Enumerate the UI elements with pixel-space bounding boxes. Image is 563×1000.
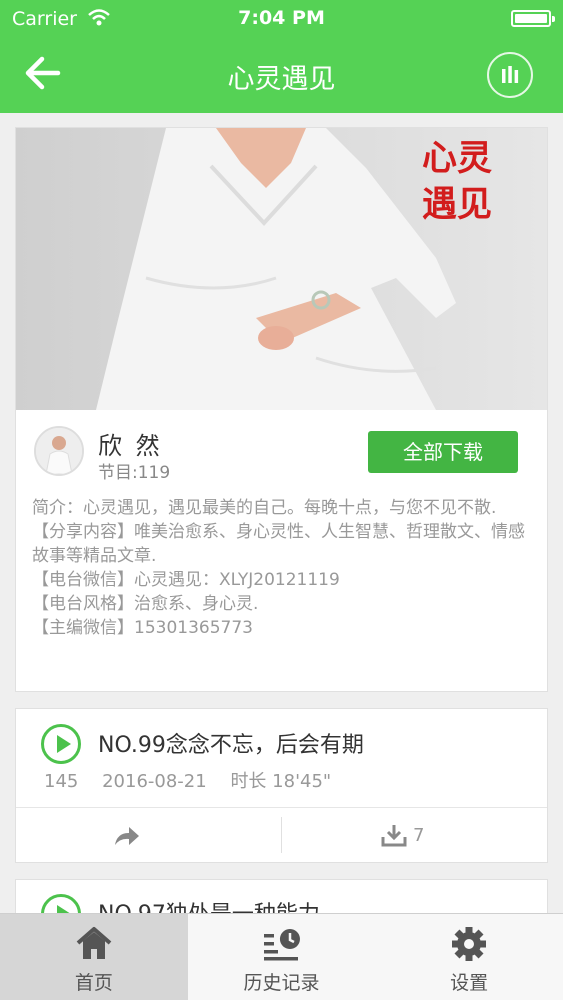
- divider: [16, 807, 547, 808]
- history-icon: [263, 929, 300, 961]
- episode-title[interactable]: NO.99念念不忘，后会有期: [98, 727, 364, 759]
- avatar[interactable]: [34, 426, 84, 476]
- description-line: 【分享内容】唯美治愈系、身心灵性、人生智慧、哲理散文、情感故事等精品文章.: [32, 522, 525, 566]
- status-bar: Carrier 7:04 PM: [0, 0, 563, 40]
- program-intro-card: 心灵 遇见 欣 然 节目:119 全部下载 简介：心灵遇见，遇见最美的自己。每晚…: [15, 127, 548, 692]
- avatar-image: [36, 428, 82, 474]
- app-header: Carrier 7:04 PM 心灵遇见: [0, 0, 563, 113]
- play-icon[interactable]: [41, 894, 81, 913]
- cover-overlay-text: 心灵 遇见: [422, 136, 492, 228]
- share-button[interactable]: [106, 817, 146, 853]
- program-count: 节目:119: [98, 463, 171, 483]
- home-icon: [76, 927, 112, 959]
- download-all-button[interactable]: 全部下载: [368, 431, 518, 473]
- description-line: 【电台风格】治愈系、身心灵.: [32, 594, 259, 614]
- episode-duration: 时长 18'45": [230, 771, 332, 792]
- download-icon: [381, 825, 407, 847]
- content-scroll[interactable]: 心灵 遇见 欣 然 节目:119 全部下载 简介：心灵遇见，遇见最美的自己。每晚…: [0, 113, 563, 913]
- episode-title[interactable]: NO.97独处是一种能力: [98, 896, 320, 913]
- host-name: 欣 然: [98, 432, 163, 460]
- now-playing-button[interactable]: [487, 52, 533, 98]
- episode-date: 2016-08-21: [102, 771, 207, 792]
- description-line: 简介：心灵遇见，遇见最美的自己。每晚十点，与您不见不散.: [32, 498, 497, 518]
- tab-bar: 首页 历史记录 设置: [0, 913, 563, 1000]
- cover-image: 心灵 遇见: [16, 128, 547, 410]
- clock: 7:04 PM: [238, 7, 325, 29]
- cover-text-line1: 心灵: [421, 138, 492, 179]
- episode-card: NO.97独处是一种能力: [15, 879, 548, 913]
- gear-icon: [452, 927, 487, 961]
- tab-label: 首页: [74, 972, 113, 994]
- description-line: 【主编微信】15301365773: [32, 618, 253, 638]
- episode-card: NO.99念念不忘，后会有期 145 2016-08-21 时长 18'45" …: [15, 708, 548, 863]
- tab-label: 设置: [450, 972, 489, 994]
- cover-text-line2: 遇见: [421, 184, 492, 225]
- divider: [281, 817, 282, 853]
- tab-home[interactable]: 首页: [0, 914, 188, 1000]
- page-title: 心灵遇见: [227, 64, 336, 95]
- episode-meta: 145 2016-08-21 时长 18'45": [44, 767, 349, 793]
- download-count: 7: [413, 824, 425, 846]
- share-icon: [115, 827, 139, 845]
- program-description: 简介：心灵遇见，遇见最美的自己。每晚十点，与您不见不散. 【分享内容】唯美治愈系…: [32, 496, 537, 640]
- equalizer-icon: [502, 66, 519, 83]
- tab-settings[interactable]: 设置: [375, 914, 563, 1000]
- episode-plays: 145: [44, 771, 79, 792]
- play-icon[interactable]: [41, 724, 81, 764]
- tab-label: 历史记录: [243, 972, 320, 994]
- battery-icon: [511, 10, 555, 27]
- tab-history[interactable]: 历史记录: [188, 914, 376, 1000]
- description-line: 【电台微信】心灵遇见：XLYJ20121119: [32, 570, 340, 590]
- download-button[interactable]: 7: [381, 817, 424, 853]
